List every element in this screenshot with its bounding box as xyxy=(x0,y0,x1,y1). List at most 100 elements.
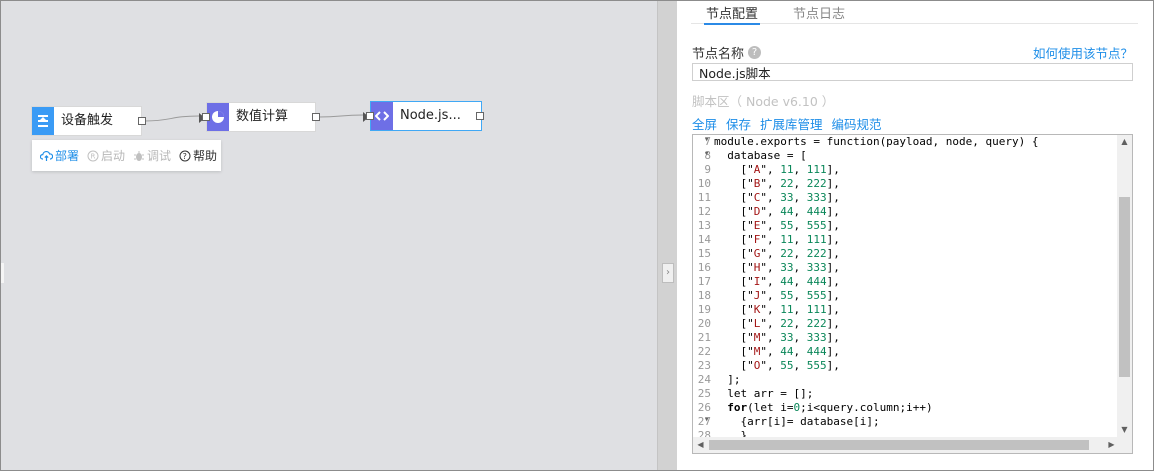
debug-icon xyxy=(134,150,145,161)
scroll-left-arrow-icon[interactable]: ◀ xyxy=(693,438,708,452)
code-line: ["G", 22, 222], xyxy=(714,247,840,260)
vertical-scrollbar[interactable]: ▲ ▼ xyxy=(1117,135,1132,437)
deploy-button[interactable]: 部署 xyxy=(40,147,79,164)
tab-node-config[interactable]: 节点配置 xyxy=(704,3,761,25)
node-action-popover: 部署 R 启动 调试 ? 帮助 xyxy=(32,140,221,171)
start-label: 启动 xyxy=(101,149,126,163)
code-icon xyxy=(371,102,393,130)
code-line: {arr[i]= database[i]; xyxy=(714,415,880,428)
node-device-trigger[interactable]: 设备触发 xyxy=(31,106,146,136)
line-number: 10 xyxy=(697,177,711,190)
save-link[interactable]: 保存 xyxy=(726,114,751,133)
start-button[interactable]: R 启动 xyxy=(87,147,125,164)
pie-chart-icon xyxy=(207,103,229,131)
line-number: 18 xyxy=(697,289,711,302)
node-name-input[interactable] xyxy=(692,63,1133,81)
scroll-down-arrow-icon[interactable]: ▼ xyxy=(1117,423,1132,437)
scroll-up-arrow-icon[interactable]: ▲ xyxy=(1117,135,1132,149)
code-line: ["H", 33, 333], xyxy=(714,261,840,274)
line-number: 21 xyxy=(697,331,711,344)
line-number: 23 xyxy=(697,359,711,372)
code-line: ["F", 11, 111], xyxy=(714,233,840,246)
line-number: 9 xyxy=(704,163,711,176)
code-line: ["J", 55, 555], xyxy=(714,289,840,302)
line-number: 14 xyxy=(697,233,711,246)
input-port[interactable] xyxy=(366,112,374,120)
code-line: ["B", 22, 222], xyxy=(714,177,840,190)
debug-button[interactable]: 调试 xyxy=(133,147,171,164)
debug-label: 调试 xyxy=(147,149,172,163)
node-nodejs-script[interactable]: Node.js... xyxy=(363,101,484,131)
help-circle-icon: ? xyxy=(179,150,191,161)
code-line: module.exports = function(payload, node,… xyxy=(714,135,1039,148)
vertical-scroll-thumb[interactable] xyxy=(1119,197,1130,377)
fold-toggle-icon[interactable]: ▾ xyxy=(704,135,712,145)
code-area[interactable]: module.exports = function(payload, node,… xyxy=(714,135,1119,437)
line-number: 20 xyxy=(697,317,711,330)
horizontal-scrollbar[interactable]: ◀ ▶ xyxy=(693,437,1119,453)
question-icon[interactable]: ? xyxy=(748,46,762,59)
node-label: 设备触发 xyxy=(61,113,114,128)
chevron-right-icon: › xyxy=(666,267,670,278)
code-line: ["C", 33, 333], xyxy=(714,191,840,204)
edge-calc-to-node xyxy=(318,114,364,118)
fold-toggle-icon[interactable]: ▾ xyxy=(704,149,712,159)
cloud-upload-icon xyxy=(40,150,53,161)
device-trigger-icon xyxy=(32,107,54,135)
tab-node-log[interactable]: 节点日志 xyxy=(793,3,845,24)
node-label: Node.js... xyxy=(400,108,461,123)
coding-standard-link[interactable]: 编码规范 xyxy=(832,114,882,133)
code-line: } xyxy=(714,429,748,437)
flow-edges xyxy=(144,114,364,122)
scrollbar-corner xyxy=(1117,437,1132,453)
output-port[interactable] xyxy=(138,117,146,125)
node-value-calc[interactable]: 数值计算 xyxy=(199,102,320,132)
horizontal-scroll-thumb[interactable] xyxy=(709,440,1089,450)
extension-lib-link[interactable]: 扩展库管理 xyxy=(760,114,823,133)
start-icon: R xyxy=(87,150,99,161)
flow-canvas[interactable]: 设备触发 数值计算 Node.js... 部署 R 启动 调试 ? 帮助 xyxy=(1,1,657,470)
line-number: 19 xyxy=(697,303,711,316)
fullscreen-link[interactable]: 全屏 xyxy=(692,114,717,133)
output-port[interactable] xyxy=(312,113,320,121)
node-name-label-text: 节点名称 xyxy=(692,47,745,62)
line-number: 16 xyxy=(697,261,711,274)
line-number: 24 xyxy=(697,373,711,386)
script-area-label: 脚本区（ Node v6.10 ） xyxy=(692,94,835,109)
code-line: database = [ xyxy=(714,149,807,162)
fold-toggle-icon[interactable]: ▾ xyxy=(704,415,712,425)
help-button[interactable]: ? 帮助 xyxy=(179,147,217,164)
how-to-use-link[interactable]: 如何使用该节点？ xyxy=(1033,43,1133,62)
code-line: ]; xyxy=(714,373,741,386)
node-label: 数值计算 xyxy=(236,109,289,124)
output-port[interactable] xyxy=(476,112,484,120)
line-number: 25 xyxy=(697,387,711,400)
code-line: ["A", 11, 111], xyxy=(714,163,840,176)
input-port[interactable] xyxy=(202,113,210,121)
svg-text:R: R xyxy=(91,152,96,160)
svg-text:?: ? xyxy=(183,152,187,161)
line-number: 15 xyxy=(697,247,711,260)
deploy-label: 部署 xyxy=(55,149,80,163)
line-number: 26 xyxy=(697,401,711,414)
code-line: ["L", 22, 222], xyxy=(714,317,840,330)
code-line: ["E", 55, 555], xyxy=(714,219,840,232)
line-number: 12 xyxy=(697,205,711,218)
node-name-label: 节点名称 ? xyxy=(692,43,762,62)
code-line: let arr = []; xyxy=(714,387,814,400)
editor-toolbar: 全屏 保存 扩展库管理 编码规范 xyxy=(692,114,891,133)
help-label: 帮助 xyxy=(193,149,218,163)
line-number: 11 xyxy=(697,191,711,204)
code-line: ["M", 33, 333], xyxy=(714,331,840,344)
code-line: for(let i=0;i<query.column;i++) xyxy=(727,401,933,414)
panel-divider[interactable]: › xyxy=(657,1,677,470)
edge-trigger-to-calc xyxy=(144,115,200,122)
line-number: 13 xyxy=(697,219,711,232)
code-editor[interactable]: 7 ▾ 8 ▾ 9 10 11 12 13 14 15 16 17 18 19 20 21 22 23 24 25 26 2… xyxy=(692,134,1133,454)
node-config-panel: 节点配置 节点日志 节点名称 ? 如何使用该节点？ 脚本区（ Node v6.1… xyxy=(677,0,1153,471)
line-number-gutter: 7 ▾ 8 ▾ 9 10 11 12 13 14 15 16 17 18 19 20 21 22 23 24 25 26 2… xyxy=(693,135,713,453)
line-number: 22 xyxy=(697,345,711,358)
code-line: ["K", 11, 111], xyxy=(714,303,840,316)
code-line: ["O", 55, 555], xyxy=(714,359,840,372)
collapse-panel-button[interactable]: › xyxy=(662,263,674,283)
